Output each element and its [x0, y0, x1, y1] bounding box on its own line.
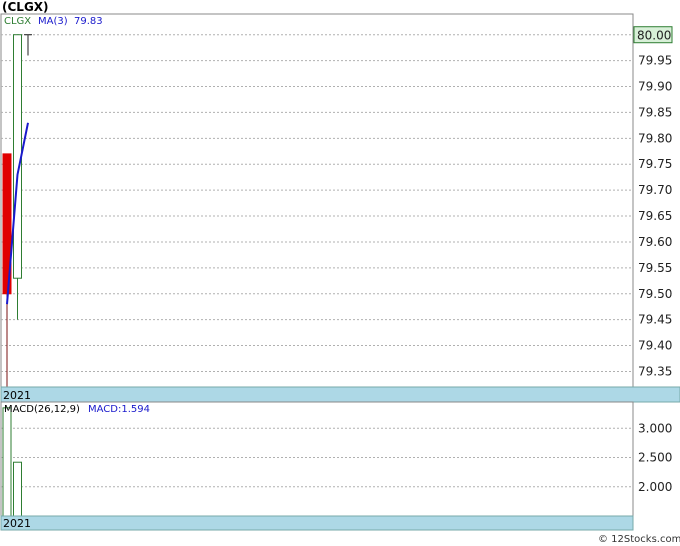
- price-tick-label: 79.35: [638, 364, 672, 378]
- macd-y-axis: 3.000 2.500 2.000: [638, 421, 672, 493]
- macd-tick-label: 2.500: [638, 451, 672, 465]
- price-grid: [1, 34, 633, 372]
- last-price-label: 80.00: [637, 29, 671, 43]
- price-tick-label: 79.65: [638, 209, 672, 223]
- legend-ma-value: 79.83: [74, 16, 103, 27]
- macd-bar: [13, 461, 22, 517]
- price-candles: [2, 34, 32, 398]
- price-year-label: 2021: [3, 389, 31, 402]
- macd-year-label: 2021: [3, 517, 31, 530]
- macd-bar: [2, 407, 12, 517]
- price-tick-label: 79.80: [638, 131, 672, 145]
- stock-chart: 80.00 79.95 79.90 79.85 79.80 79.75 79.70 79.65…: [0, 13, 680, 545]
- price-tick-label: 79.75: [638, 157, 672, 171]
- price-tick-label: 79.70: [638, 183, 672, 197]
- price-y-axis: 80.00 79.95 79.90 79.85 79.80 79.75 79.70 79.65…: [638, 28, 672, 379]
- macd-legend-label: MACD(26,12,9): [4, 404, 80, 415]
- price-tick-label: 79.60: [638, 235, 672, 249]
- price-tick-label: 79.90: [638, 80, 672, 94]
- price-tick-label: 79.55: [638, 261, 672, 275]
- macd-year-band: [0, 515, 634, 531]
- macd-tick-label: 3.000: [638, 421, 672, 435]
- macd-legend-value: MACD:1.594: [88, 404, 150, 415]
- macd-grid: [1, 427, 633, 488]
- price-tick-label: 79.95: [638, 54, 672, 68]
- price-tick-label: 79.50: [638, 287, 672, 301]
- price-tick-label: 79.45: [638, 313, 672, 327]
- price-tick-label: 79.40: [638, 339, 672, 353]
- price-panel-frame: [0, 13, 634, 403]
- price-tick-label: 79.85: [638, 105, 672, 119]
- macd-bars: [2, 407, 22, 517]
- legend-ma-label: MA(3): [38, 16, 68, 27]
- macd-panel-frame: [0, 401, 634, 531]
- price-year-band: [0, 386, 680, 403]
- footer-credit: © 12Stocks.com: [598, 534, 680, 545]
- legend-symbol: CLGX: [4, 16, 31, 27]
- macd-tick-label: 2.000: [638, 480, 672, 494]
